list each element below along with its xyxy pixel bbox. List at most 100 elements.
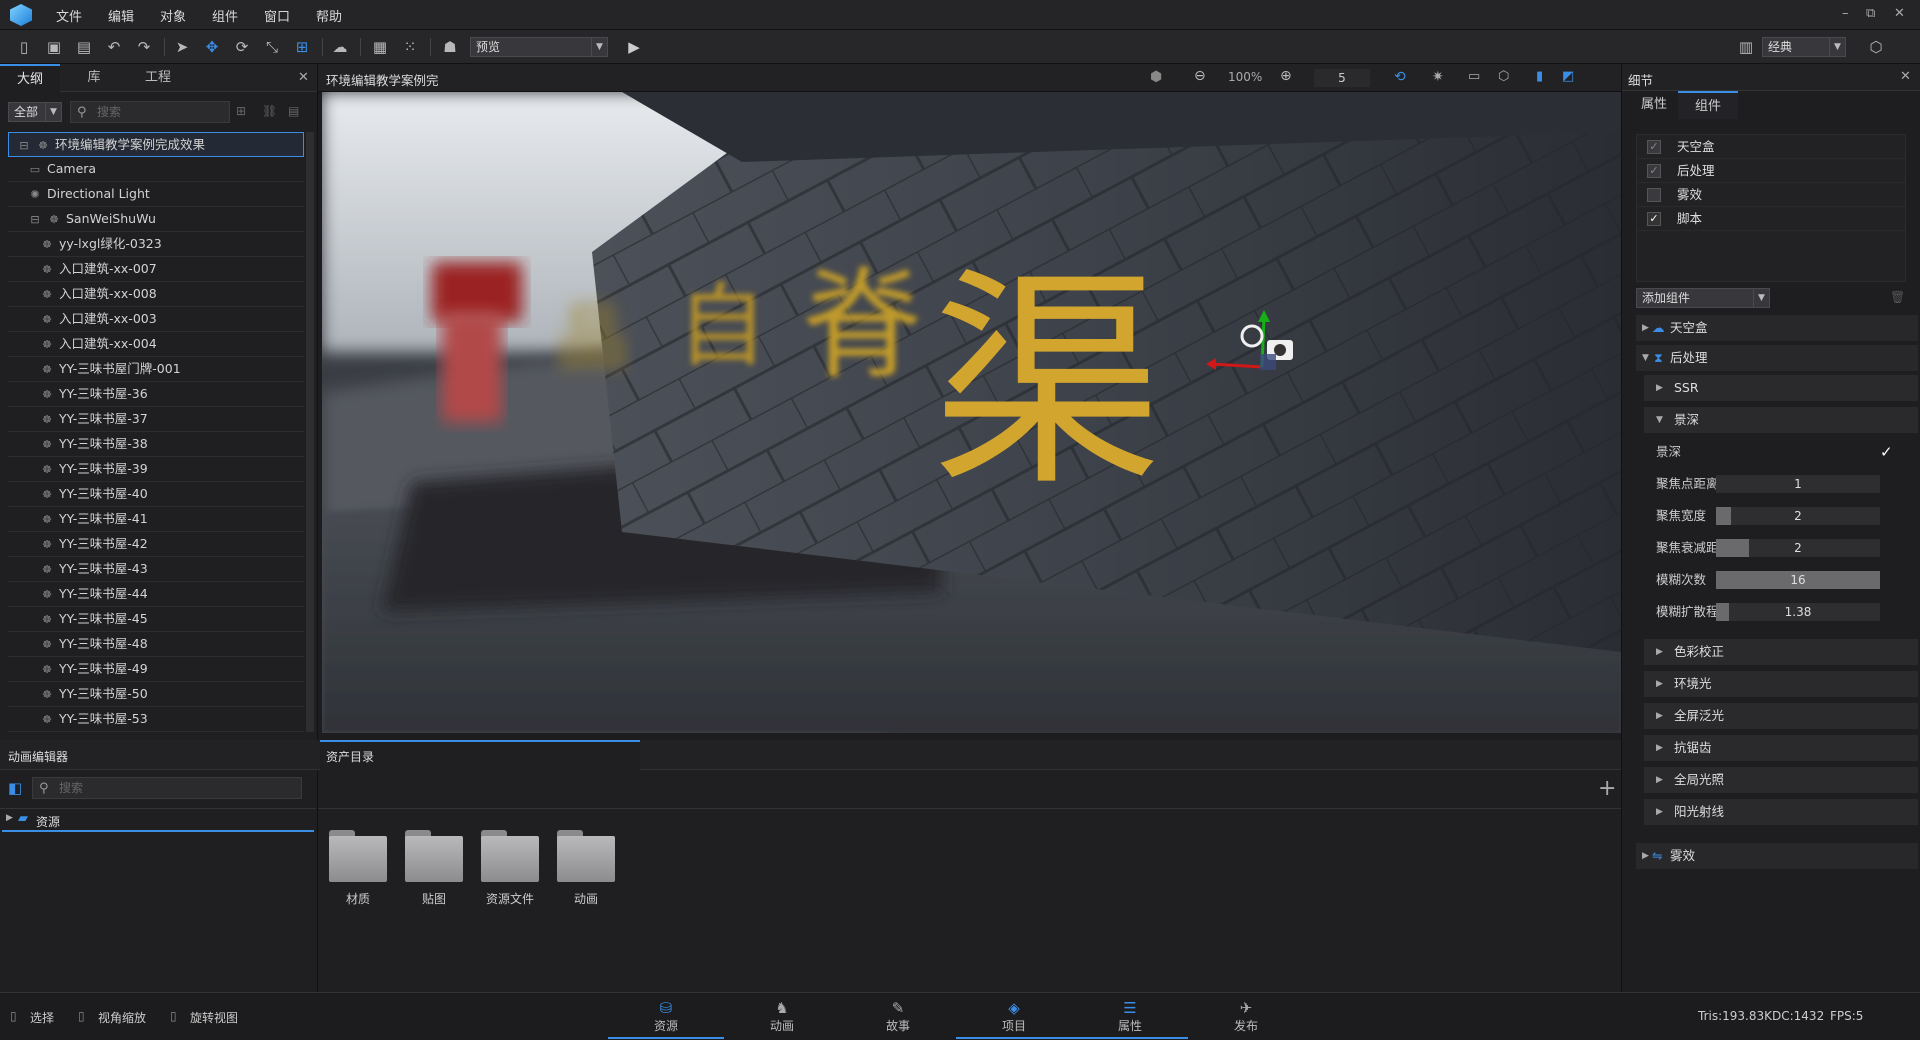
outline-scrollbar[interactable] (306, 132, 314, 732)
zoom-out-icon[interactable]: ⊖ (1194, 68, 1206, 84)
menu-window[interactable]: 窗口 (264, 6, 290, 25)
tab-outline[interactable]: 大纲 (0, 64, 60, 92)
dof-property-slider[interactable]: 16 (1716, 571, 1880, 589)
trash-icon[interactable]: 🗑 (1890, 290, 1905, 304)
tree-item[interactable]: ☸ 入口建筑-xx-007 (8, 257, 304, 282)
nav-story[interactable]: ✎ 故事 (840, 993, 956, 1039)
move-icon[interactable]: ✥ (202, 37, 222, 57)
settings-icon[interactable]: ⬡ (1866, 37, 1886, 57)
tool-zoom-view[interactable]: 视角缩放 (98, 1009, 146, 1026)
camera-speed-input[interactable]: 5 (1314, 69, 1370, 87)
tree-item[interactable]: ⊟ ☸ 环境编辑教学案例完成效果 (8, 132, 304, 157)
cloud-icon[interactable]: ☁ (330, 37, 350, 57)
zoom-in-icon[interactable]: ⊕ (1280, 68, 1292, 84)
folder-animation[interactable]: 动画 (556, 830, 616, 907)
tree-item[interactable]: ⊟ ☸ SanWeiShuWu (8, 207, 304, 232)
tab-library[interactable]: 库 (64, 64, 124, 92)
tree-item[interactable]: ☸ 入口建筑-xx-008 (8, 282, 304, 307)
rotate-icon[interactable]: ⟳ (232, 37, 252, 57)
menu-edit[interactable]: 编辑 (108, 6, 134, 25)
scale-icon[interactable]: ⤡ (262, 37, 282, 57)
tree-item[interactable]: ✺ Directional Light (8, 182, 304, 207)
subsection-bloom[interactable]: ▶ 全屏泛光 (1644, 703, 1918, 729)
tree-item[interactable]: ☸ YY-三味书屋门牌-001 (8, 357, 304, 382)
folder-material[interactable]: 材质 (328, 830, 388, 907)
subsection-sunrays[interactable]: ▶ 阳光射线 (1644, 799, 1918, 825)
tool-rotate-view[interactable]: 旋转视图 (190, 1009, 238, 1026)
nav-properties[interactable]: ☰ 属性 (1072, 993, 1188, 1039)
menu-help[interactable]: 帮助 (316, 6, 342, 25)
save-all-icon[interactable]: ▤ (74, 37, 94, 57)
component-fog-checkbox[interactable] (1647, 188, 1661, 202)
tree-item[interactable]: ☸ YY-三味书屋-37 (8, 407, 304, 432)
redo-icon[interactable]: ↷ (134, 37, 154, 57)
assets-root-item[interactable]: ▶ ▰ 资源 (2, 810, 314, 832)
tab-project[interactable]: 工程 (128, 64, 188, 92)
add-component-dropdown[interactable]: 添加组件 ▼ (1636, 288, 1770, 308)
undo-icon[interactable]: ↶ (104, 37, 124, 57)
transform-space-icon[interactable]: ⊞ (292, 37, 312, 57)
outline-search-input[interactable]: ⚲ 搜索 (70, 101, 230, 123)
tab-attributes[interactable]: 属性 (1630, 91, 1678, 119)
shield-icon[interactable]: ⬢ (1150, 69, 1162, 85)
new-file-icon[interactable]: ▯ (14, 37, 34, 57)
gear-icon[interactable]: ✷ (1432, 69, 1444, 85)
tool-select[interactable]: 选择 (30, 1009, 54, 1026)
tree-item[interactable]: ☸ YY-三味书屋-44 (8, 582, 304, 607)
select-icon[interactable]: ➤ (172, 37, 192, 57)
tree-item[interactable]: ▭ Camera (8, 157, 304, 182)
subsection-gi[interactable]: ▶ 全局光照 (1644, 767, 1918, 793)
collapse-icon[interactable]: ⊟ (17, 134, 31, 158)
camera-sync-icon[interactable]: ⟲ (1394, 69, 1406, 85)
close-icon[interactable]: ✕ (1900, 69, 1911, 84)
subsection-color[interactable]: ▶ 色彩校正 (1644, 639, 1918, 665)
tree-item[interactable]: ☸ YY-三味书屋-49 (8, 657, 304, 682)
subsection-ambient[interactable]: ▶ 环境光 (1644, 671, 1918, 697)
dof-property-slider[interactable]: 1 (1716, 475, 1880, 493)
anim-search-input[interactable]: ⚲ 搜索 (32, 777, 302, 799)
dof-property-slider[interactable]: 2 (1716, 539, 1880, 557)
subsection-ssr[interactable]: ▶ SSR (1644, 375, 1918, 401)
menu-file[interactable]: 文件 (56, 6, 82, 25)
nav-animation[interactable]: ♞ 动画 (724, 993, 840, 1039)
character-icon[interactable]: ☗ (440, 37, 460, 57)
tree-item[interactable]: ☸ YY-三味书屋-39 (8, 457, 304, 482)
nav-project[interactable]: ◈ 项目 (956, 993, 1072, 1039)
section-fog[interactable]: ▶ ⇋ 雾效 (1636, 843, 1918, 869)
minimize-button[interactable]: – (1842, 6, 1849, 21)
tree-item[interactable]: ☸ YY-三味书屋-43 (8, 557, 304, 582)
subsection-aa[interactable]: ▶ 抗锯齿 (1644, 735, 1918, 761)
scene-viewport[interactable]: 品 自 脊 渠 (322, 92, 1621, 733)
render-mode-icon[interactable]: ◩ (1562, 69, 1574, 84)
video-camera-icon[interactable]: ▭ (1468, 69, 1480, 84)
tab-asset-directory[interactable]: 资产目录 (320, 740, 640, 770)
section-post[interactable]: ▼ ⧗ 后处理 (1636, 345, 1918, 371)
link-icon[interactable]: ⛓ (262, 104, 277, 118)
close-icon[interactable]: ✕ (298, 70, 309, 85)
component-script[interactable]: ✓ 脚本 (1637, 207, 1905, 231)
dof-property-slider[interactable]: 2 (1716, 507, 1880, 525)
folder-texture[interactable]: 贴图 (404, 830, 464, 907)
section-skybox[interactable]: ▶ ☁ 天空盒 (1636, 315, 1918, 341)
save-icon[interactable]: ▣ (44, 37, 64, 57)
tree-item[interactable]: ☸ YY-三味书屋-41 (8, 507, 304, 532)
tree-item[interactable]: ☸ 入口建筑-xx-004 (8, 332, 304, 357)
tree-item[interactable]: ☸ YY-三味书屋-38 (8, 432, 304, 457)
nav-assets[interactable]: ⛁ 资源 (608, 993, 724, 1039)
component-skybox[interactable]: ✓ 天空盒 (1637, 135, 1905, 159)
snap-icon[interactable]: ⁙ (400, 37, 420, 57)
dof-property-slider[interactable]: 1.38 (1716, 603, 1880, 621)
component-post[interactable]: ✓ 后处理 (1637, 159, 1905, 183)
component-fog[interactable]: 雾效 (1637, 183, 1905, 207)
tree-item[interactable]: ☸ YY-三味书屋-45 (8, 607, 304, 632)
tree-item[interactable]: ☸ YY-三味书屋-42 (8, 532, 304, 557)
dof-enabled-checkbox[interactable]: ✓ (1880, 439, 1893, 465)
restore-button[interactable]: ⧉ (1866, 6, 1875, 21)
component-script-checkbox[interactable]: ✓ (1647, 212, 1661, 226)
component-post-checkbox[interactable]: ✓ (1647, 164, 1661, 178)
layout-dropdown[interactable]: 经典 ▼ (1762, 37, 1846, 57)
tree-item[interactable]: ☸ yy-lxgl绿化-0323 (8, 232, 304, 257)
tree-item[interactable]: ☸ YY-三味书屋-53 (8, 707, 304, 732)
collapse-icon[interactable]: ⊟ (28, 208, 42, 232)
tree-item[interactable]: ☸ 入口建筑-xx-003 (8, 307, 304, 332)
